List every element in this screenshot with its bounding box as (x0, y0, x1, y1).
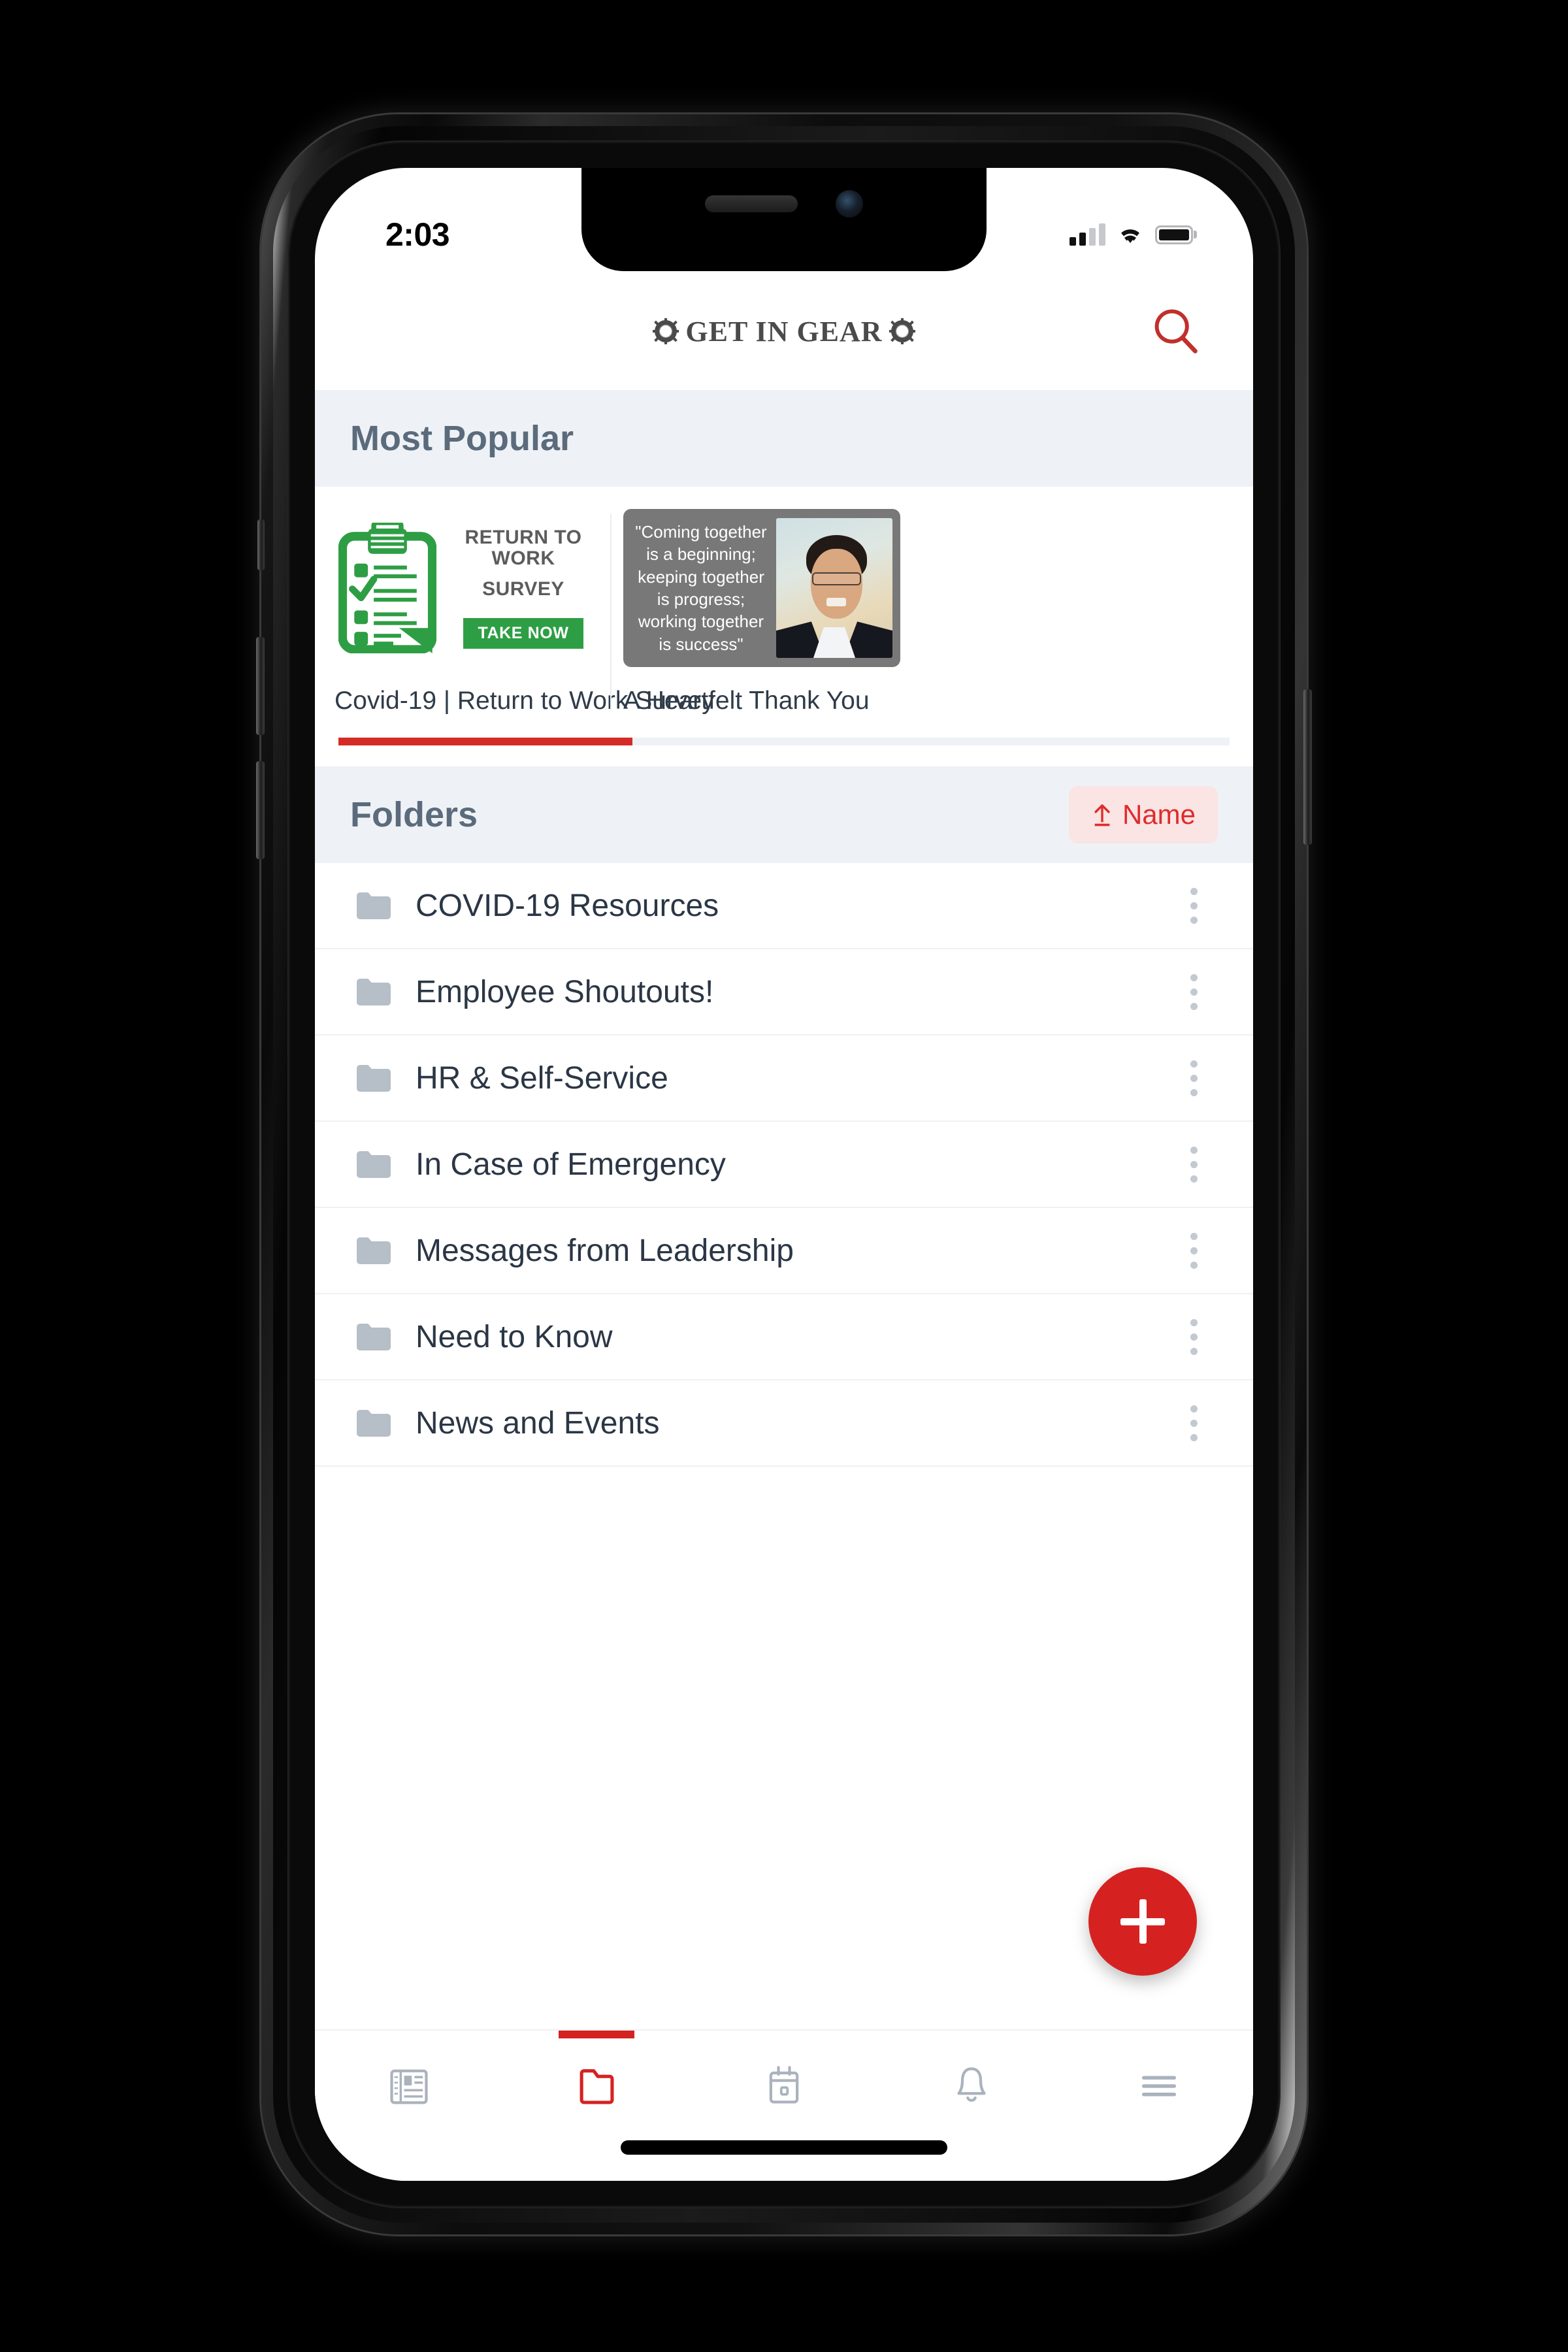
popular-card-thankyou[interactable]: "Coming together is a beginning; keeping… (612, 509, 912, 715)
bell-icon (957, 2067, 986, 2102)
carousel-scrollbar[interactable] (338, 738, 1230, 745)
cellular-signal-icon (1070, 223, 1105, 246)
folder-icon (357, 1151, 391, 1178)
folder-name: In Case of Emergency (416, 1147, 726, 1182)
popular-card-caption: A Heartfelt Thank You (623, 687, 870, 715)
kebab-menu-icon[interactable] (1175, 960, 1213, 1023)
tab-news[interactable] (315, 2031, 502, 2142)
home-indicator (621, 2140, 947, 2155)
kebab-menu-icon[interactable] (1175, 1219, 1213, 1282)
gear-icon (889, 318, 915, 344)
quote-line-3: keeping together (638, 566, 764, 587)
folder-icon (357, 892, 391, 919)
folder-row[interactable]: Employee Shoutouts! (315, 949, 1253, 1036)
popular-card-survey[interactable]: RETURN TO WORK SURVEY TAKE NOW Covid-19 … (323, 509, 715, 715)
front-camera-icon (836, 190, 863, 218)
tab-notifications[interactable] (878, 2031, 1066, 2142)
battery-icon (1155, 225, 1197, 244)
tab-calendar[interactable] (690, 2031, 877, 2142)
gear-icon (653, 318, 679, 344)
kebab-menu-icon[interactable] (1175, 1392, 1213, 1454)
quote-line-2: is a beginning; (646, 544, 756, 564)
quote-line-5: working together (638, 612, 764, 632)
folder-icon (357, 979, 391, 1005)
take-now-badge[interactable]: TAKE NOW (463, 618, 583, 649)
folder-icon (357, 1237, 391, 1264)
folder-row[interactable]: COVID-19 Resources (315, 863, 1253, 949)
kebab-menu-icon[interactable] (1175, 874, 1213, 937)
folder-row[interactable]: HR & Self-Service (315, 1036, 1253, 1122)
folder-icon (357, 1324, 391, 1350)
most-popular-title: Most Popular (350, 419, 574, 458)
folders-header: Folders Name (315, 766, 1253, 863)
portrait-photo (776, 518, 892, 658)
clipboard-checklist-icon (338, 523, 436, 653)
folder-row[interactable]: Need to Know (315, 1294, 1253, 1380)
folder-name: Need to Know (416, 1319, 613, 1354)
folders-title: Folders (350, 795, 478, 834)
folder-name: COVID-19 Resources (416, 888, 719, 923)
most-popular-header: Most Popular (315, 390, 1253, 487)
folder-row[interactable]: In Case of Emergency (315, 1122, 1253, 1208)
popular-card-caption: Covid-19 | Return to Work Survey (335, 687, 715, 715)
status-indicators (1070, 223, 1197, 246)
folder-name: HR & Self-Service (416, 1060, 668, 1096)
folder-icon (580, 2069, 614, 2104)
folder-icon (357, 1065, 391, 1092)
quote-thumbnail: "Coming together is a beginning; keeping… (623, 509, 900, 667)
search-button[interactable] (1145, 300, 1207, 363)
phone-screen: 2:03 GET IN GEAR Most Popular RETURN TO … (315, 168, 1253, 2181)
notch (581, 168, 987, 271)
silent-switch[interactable] (257, 519, 265, 570)
bottom-tab-bar (315, 2029, 1253, 2181)
wifi-icon (1121, 229, 1139, 243)
phone-frame: 2:03 GET IN GEAR Most Popular RETURN TO … (256, 114, 1312, 2234)
folder-row[interactable]: Messages from Leadership (315, 1208, 1253, 1294)
add-button[interactable] (1088, 1867, 1197, 1976)
volume-down-button[interactable] (256, 761, 265, 859)
kebab-menu-icon[interactable] (1175, 1305, 1213, 1368)
survey-thumbnail: RETURN TO WORK SURVEY TAKE NOW (335, 509, 598, 667)
brand-logo: GET IN GEAR (653, 315, 915, 348)
most-popular-body: RETURN TO WORK SURVEY TAKE NOW Covid-19 … (315, 487, 1253, 766)
app-header: GET IN GEAR (315, 272, 1253, 390)
news-icon (390, 2069, 428, 2104)
folder-icon (357, 1410, 391, 1437)
folder-name: Employee Shoutouts! (416, 974, 714, 1009)
quote-line-6: is success" (659, 634, 743, 654)
tab-folders[interactable] (502, 2031, 690, 2142)
arrow-up-icon (1094, 804, 1110, 826)
tab-menu[interactable] (1066, 2031, 1253, 2142)
folder-row[interactable]: News and Events (315, 1380, 1253, 1467)
survey-title-line2: SURVEY (482, 578, 564, 600)
quote-line-4: is progress; (657, 589, 745, 609)
earpiece-speaker (705, 195, 798, 212)
sort-button-label: Name (1122, 799, 1196, 830)
carousel-scrollbar-thumb[interactable] (338, 738, 633, 745)
kebab-menu-icon[interactable] (1175, 1133, 1213, 1196)
folder-name: News and Events (416, 1405, 660, 1441)
quote-text: "Coming together is a beginning; keeping… (623, 509, 776, 667)
brand-title: GET IN GEAR (685, 315, 883, 348)
survey-title-line1: RETURN TO WORK (465, 526, 582, 570)
kebab-menu-icon[interactable] (1175, 1047, 1213, 1109)
calendar-icon (769, 2066, 799, 2104)
folder-list: COVID-19 Resources Employee Shoutouts! H… (315, 863, 1253, 1467)
hamburger-menu-icon (1142, 2076, 1177, 2097)
most-popular-carousel[interactable]: RETURN TO WORK SURVEY TAKE NOW Covid-19 … (315, 509, 1253, 715)
volume-up-button[interactable] (256, 637, 265, 735)
search-icon (1154, 309, 1198, 353)
power-button[interactable] (1303, 689, 1312, 845)
quote-line-1: "Coming together (635, 522, 767, 542)
folder-name: Messages from Leadership (416, 1233, 794, 1268)
tab-active-indicator (558, 2031, 634, 2038)
sort-by-name-button[interactable]: Name (1068, 786, 1218, 843)
status-time: 2:03 (385, 216, 450, 253)
